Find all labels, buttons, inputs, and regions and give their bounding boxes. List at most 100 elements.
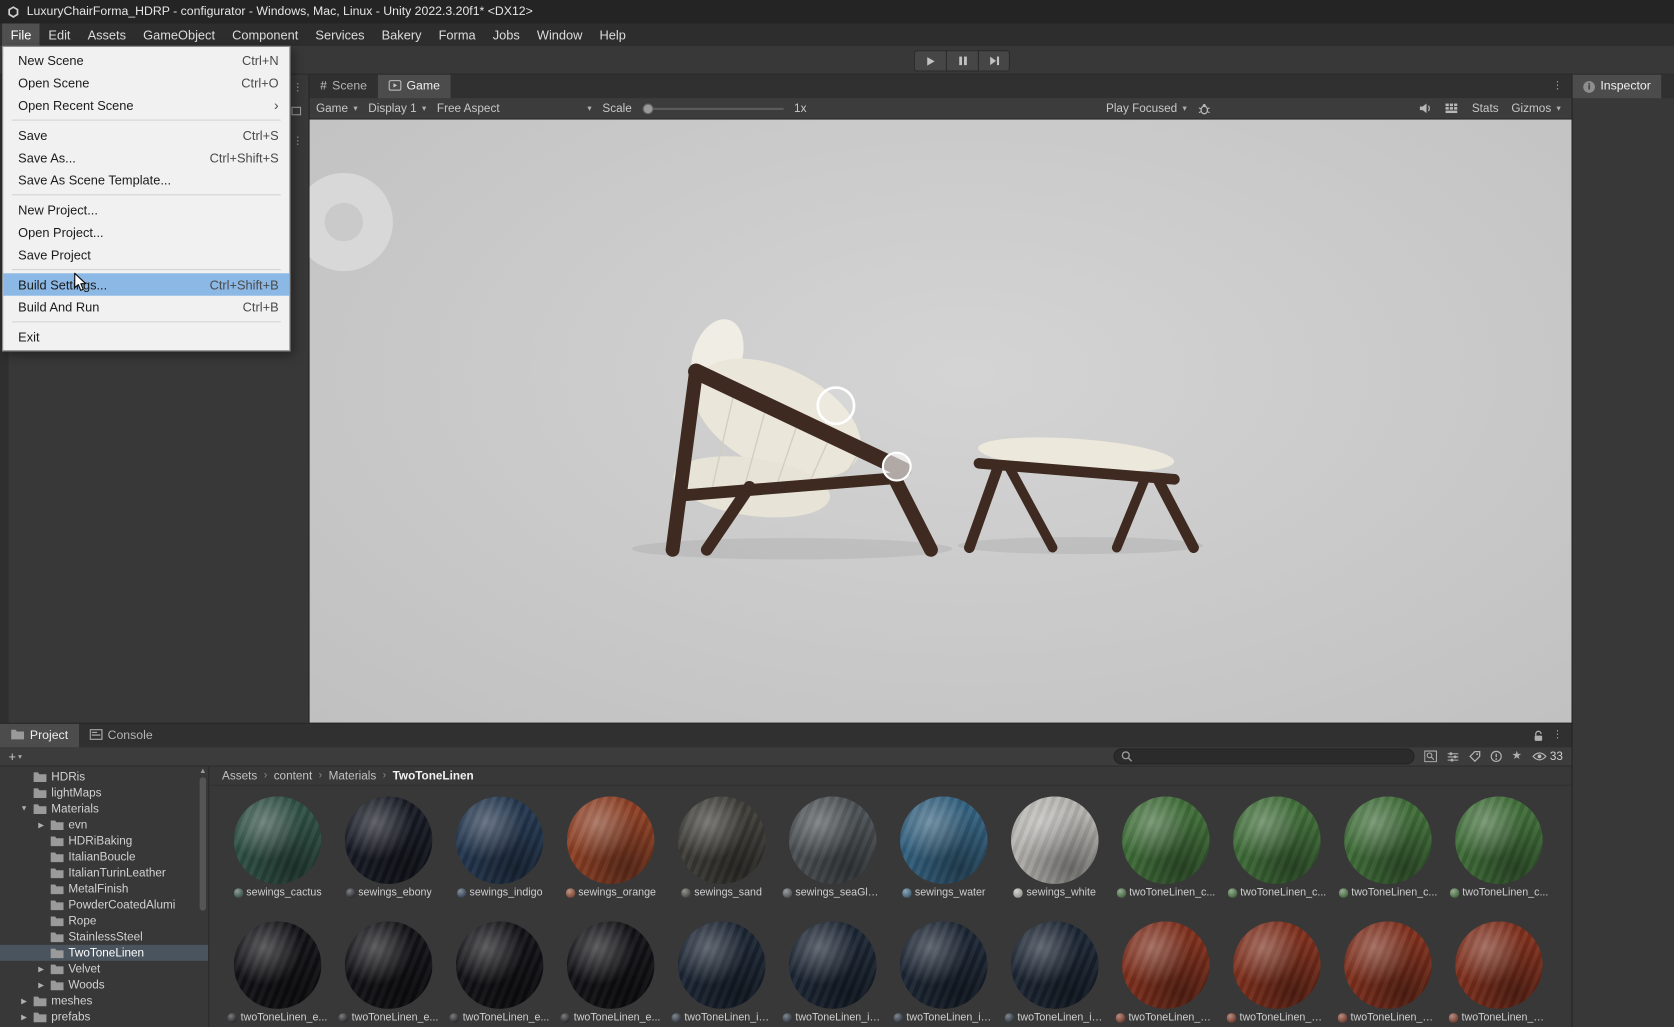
tab-project[interactable]: Project [0, 724, 79, 747]
hidden-items-indicator[interactable]: 33 [1532, 750, 1563, 763]
tree-item-powdercoatedalumi[interactable]: PowderCoatedAlumi [0, 897, 208, 913]
asset-thumbnail[interactable]: twoToneLinen_ind... [781, 921, 883, 1027]
menubar-item-forma[interactable]: Forma [430, 23, 484, 45]
game-display-mode-dropdown[interactable]: Game ▾ [316, 102, 358, 115]
folder-expand-icon[interactable]: ▶ [36, 981, 46, 990]
play-focused-dropdown[interactable]: Play Focused ▾ [1106, 102, 1187, 115]
scroll-up-icon[interactable]: ▲ [198, 768, 209, 775]
asset-thumbnail[interactable]: twoToneLinen_or... [1337, 921, 1439, 1027]
tree-item-woods[interactable]: ▶Woods [0, 977, 208, 993]
asset-thumbnail[interactable]: sewings_water [893, 796, 995, 910]
asset-thumbnail[interactable]: twoToneLinen_ind... [893, 921, 995, 1027]
asset-thumbnail[interactable]: twoToneLinen_c... [1115, 796, 1217, 910]
asset-thumbnail[interactable]: twoToneLinen_or... [1448, 921, 1550, 1027]
asset-thumbnail[interactable]: twoToneLinen_e... [559, 921, 661, 1027]
panel-menu-icon[interactable]: ⋮ [1552, 730, 1563, 741]
aspect-ratio-dropdown[interactable]: Free Aspect ▾ [437, 102, 592, 115]
file-menu-item-open-recent-scene[interactable]: Open Recent Scene› [3, 94, 289, 116]
tree-scrollbar[interactable]: ▲ [198, 768, 209, 1027]
asset-thumbnail[interactable]: sewings_orange [559, 796, 661, 910]
display-dropdown[interactable]: Display 1 ▾ [368, 102, 426, 115]
menubar-item-edit[interactable]: Edit [40, 23, 79, 45]
menubar-item-gameobject[interactable]: GameObject [135, 23, 224, 45]
tree-item-rope[interactable]: Rope [0, 913, 208, 929]
menubar-item-file[interactable]: File [2, 23, 40, 45]
file-menu-item-save-as[interactable]: Save As...Ctrl+Shift+S [3, 146, 289, 168]
asset-thumbnail[interactable]: twoToneLinen_e... [448, 921, 550, 1027]
tree-item-materials[interactable]: ▼Materials [0, 801, 208, 817]
asset-thumbnail[interactable]: twoToneLinen_c... [1448, 796, 1550, 910]
file-menu-item-new-scene[interactable]: New SceneCtrl+N [3, 49, 289, 71]
breadcrumb-item-twotonelinen[interactable]: TwoToneLinen [393, 769, 474, 782]
breadcrumb-item-materials[interactable]: Materials [329, 769, 377, 782]
gizmos-dropdown[interactable]: Gizmos ▾ [1511, 102, 1560, 115]
file-menu-item-build-settings[interactable]: Build Settings...Ctrl+Shift+B [3, 273, 289, 295]
file-menu-item-open-scene[interactable]: Open SceneCtrl+O [3, 72, 289, 94]
folder-expand-icon[interactable]: ▶ [19, 997, 29, 1006]
file-menu-item-open-project[interactable]: Open Project... [3, 221, 289, 243]
asset-thumbnail[interactable]: twoToneLinen_ind... [670, 921, 772, 1027]
tab-game[interactable]: Game [378, 75, 451, 98]
tree-item-hdribaking[interactable]: HDRiBaking [0, 833, 208, 849]
asset-thumbnail[interactable]: twoToneLinen_e... [337, 921, 439, 1027]
panel-menu-icon[interactable]: ⋮ [1552, 81, 1571, 92]
scale-slider[interactable] [642, 102, 783, 115]
menubar-item-component[interactable]: Component [224, 23, 307, 45]
project-search-input[interactable] [1113, 748, 1414, 764]
asset-thumbnail[interactable]: twoToneLinen_or... [1115, 921, 1217, 1027]
search-by-type-icon[interactable] [1446, 751, 1459, 762]
tree-item-metalfinish[interactable]: MetalFinish [0, 881, 208, 897]
panel-menu-icon[interactable]: ⋮ [293, 137, 304, 148]
folder-collapse-icon[interactable]: ▼ [19, 805, 29, 812]
step-button[interactable] [978, 50, 1010, 71]
menubar-item-window[interactable]: Window [528, 23, 591, 45]
tree-item-evn[interactable]: ▶evn [0, 817, 208, 833]
file-menu-item-new-project[interactable]: New Project... [3, 199, 289, 221]
asset-thumbnail[interactable]: twoToneLinen_e... [226, 921, 328, 1027]
tree-item-lightmaps[interactable]: lightMaps [0, 785, 208, 801]
folder-expand-icon[interactable]: ▶ [19, 1013, 29, 1022]
scrollbar-thumb[interactable] [200, 777, 206, 910]
tree-item-prefabs[interactable]: ▶prefabs [0, 1009, 208, 1025]
asset-thumbnail[interactable]: twoToneLinen_c... [1226, 796, 1328, 910]
asset-thumbnail[interactable]: sewings_seaGlass [781, 796, 883, 910]
mute-audio-icon[interactable] [1418, 102, 1432, 114]
panel-menu-icon[interactable]: ⋮ [293, 83, 304, 94]
menubar-item-assets[interactable]: Assets [79, 23, 135, 45]
asset-thumbnail[interactable]: sewings_ebony [337, 796, 439, 910]
tree-item-stainlesssteel[interactable]: StainlessSteel [0, 929, 208, 945]
file-menu-item-save-project[interactable]: Save Project [3, 243, 289, 265]
lock-icon[interactable] [1533, 730, 1544, 742]
asset-thumbnail[interactable]: sewings_white [1004, 796, 1106, 910]
slider-knob[interactable] [642, 103, 653, 114]
asset-thumbnail[interactable]: twoToneLinen_ind... [1004, 921, 1106, 1027]
create-asset-button[interactable]: + ▾ [9, 749, 22, 764]
asset-thumbnail[interactable]: sewings_cactus [226, 796, 328, 910]
file-menu-item-build-and-run[interactable]: Build And RunCtrl+B [3, 296, 289, 318]
favorite-search-icon[interactable]: ★ [1512, 751, 1523, 763]
restore-panel-icon[interactable] [291, 107, 301, 116]
tree-item-italianturinleather[interactable]: ItalianTurinLeather [0, 865, 208, 881]
game-viewport[interactable] [310, 120, 1572, 723]
tree-item-meshes[interactable]: ▶meshes [0, 993, 208, 1009]
play-button[interactable] [914, 50, 946, 71]
file-menu-item-save-as-scene-template[interactable]: Save As Scene Template... [3, 169, 289, 191]
tree-item-velvet[interactable]: ▶Velvet [0, 961, 208, 977]
file-menu-item-save[interactable]: SaveCtrl+S [3, 124, 289, 146]
tab-inspector[interactable]: i Inspector [1573, 75, 1662, 98]
tab-scene[interactable]: #Scene [310, 75, 378, 98]
menubar-item-services[interactable]: Services [307, 23, 373, 45]
asset-thumbnail[interactable]: twoToneLinen_or... [1226, 921, 1328, 1027]
tab-console[interactable]: Console [79, 724, 164, 747]
menubar-item-bakery[interactable]: Bakery [373, 23, 430, 45]
asset-thumbnail[interactable]: sewings_sand [670, 796, 772, 910]
menubar-item-jobs[interactable]: Jobs [484, 23, 528, 45]
pause-button[interactable] [946, 50, 978, 71]
tree-item-italianboucle[interactable]: ItalianBoucle [0, 849, 208, 865]
folder-expand-icon[interactable]: ▶ [36, 965, 46, 974]
tree-item-hdris[interactable]: HDRis [0, 769, 208, 785]
menubar-item-help[interactable]: Help [591, 23, 634, 45]
stats-button[interactable]: Stats [1472, 102, 1499, 115]
file-menu-item-exit[interactable]: Exit [3, 326, 289, 348]
vsync-grid-icon[interactable] [1445, 104, 1459, 114]
